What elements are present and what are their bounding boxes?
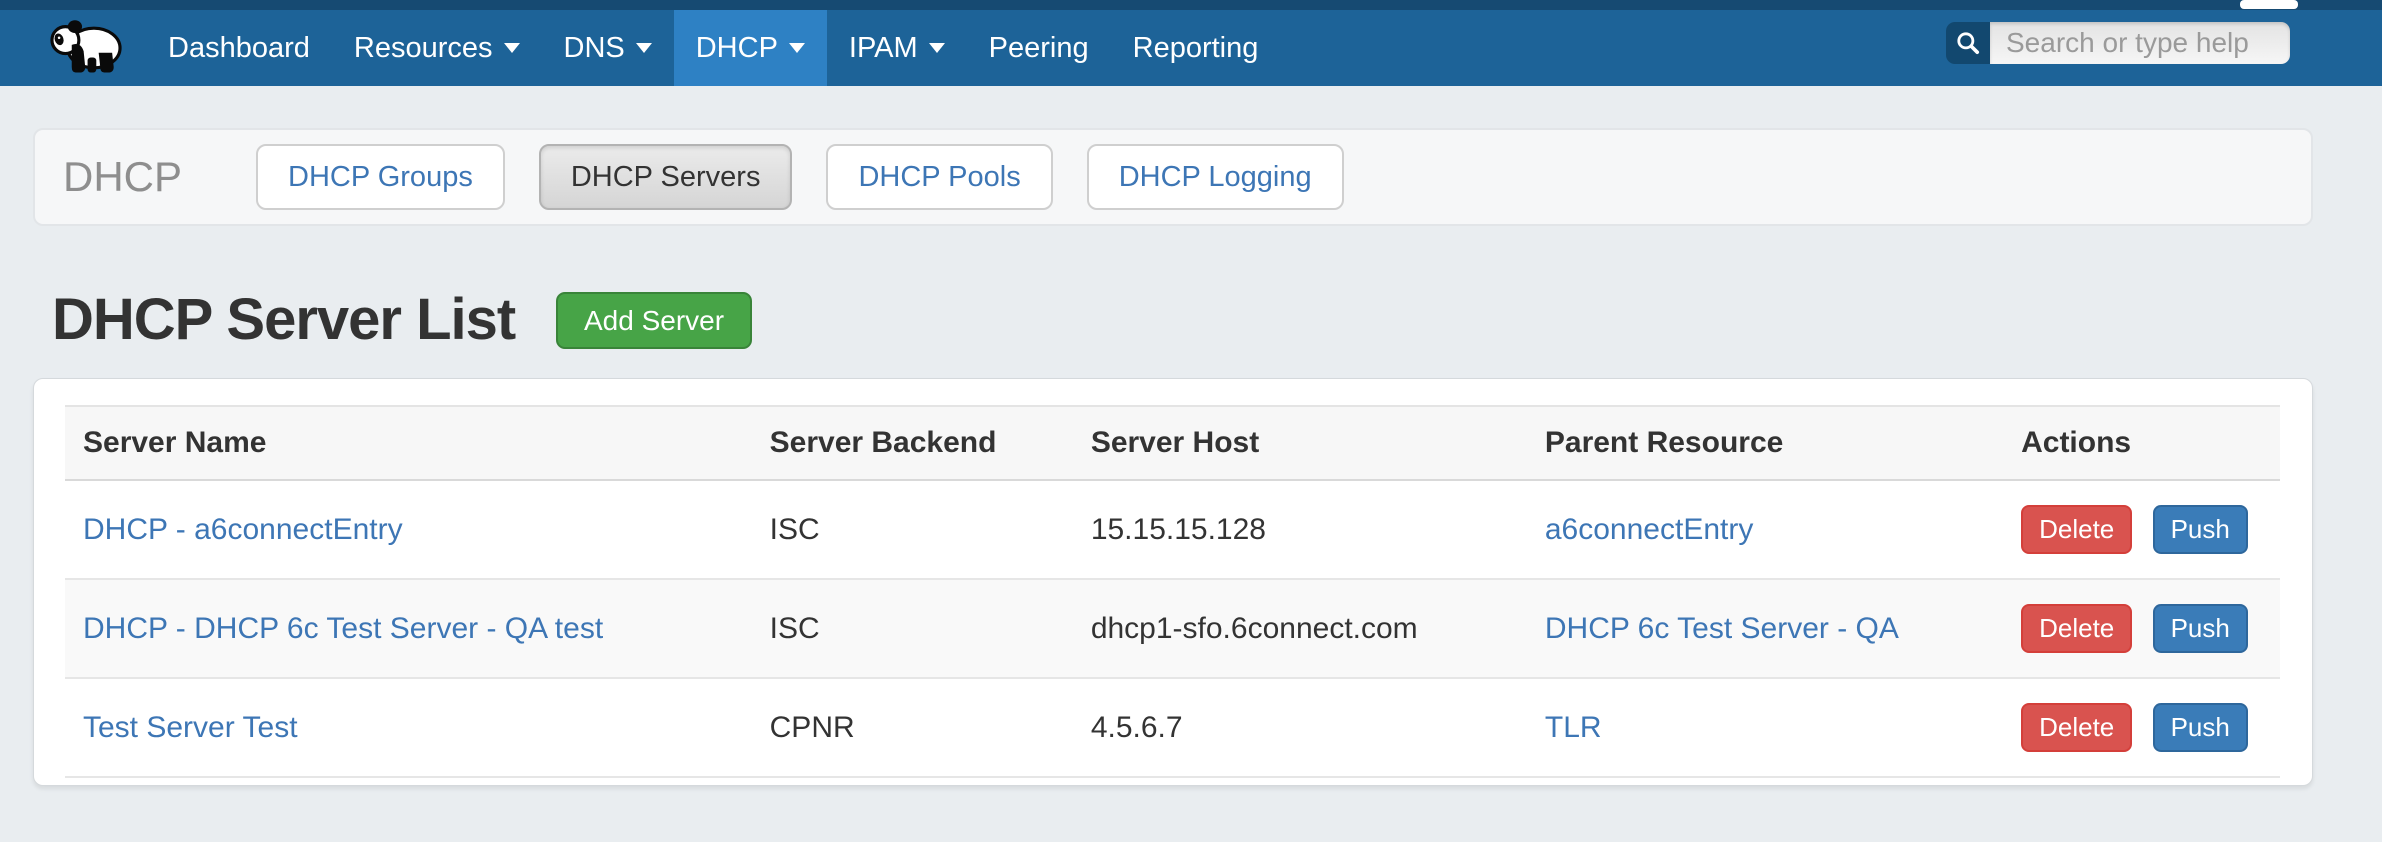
parent-resource-link[interactable]: a6connectEntry [1545,513,1753,546]
caret-down-icon [636,43,652,53]
parent-resource-link[interactable]: DHCP 6c Test Server - QA [1545,612,1899,645]
server-backend-value: CPNR [752,678,1073,777]
nav-item-label: DHCP [696,32,778,65]
table-row: Test Server Test CPNR 4.5.6.7 TLR Delete… [65,678,2280,777]
server-host-value: 4.5.6.7 [1073,678,1527,777]
server-host-value: dhcp1-sfo.6connect.com [1073,579,1527,678]
nav-item-resources[interactable]: Resources [332,10,542,86]
nav-item-reporting[interactable]: Reporting [1111,10,1281,86]
nav-item-label: Dashboard [168,32,310,65]
tab-dhcp-logging[interactable]: DHCP Logging [1087,144,1344,210]
nav-item-peering[interactable]: Peering [967,10,1111,86]
dhcp-server-table: Server Name Server Backend Server Host P… [65,405,2280,778]
panda-logo-icon[interactable] [48,13,124,83]
nav-item-ipam[interactable]: IPAM [827,10,967,86]
push-button[interactable]: Push [2153,505,2248,554]
column-header-server-host: Server Host [1073,406,1527,480]
nav-item-label: Peering [989,32,1089,65]
tab-dhcp-servers[interactable]: DHCP Servers [539,144,793,210]
caret-down-icon [504,43,520,53]
nav-item-label: Reporting [1133,32,1259,65]
scrollbar-thumb[interactable] [2240,0,2298,9]
server-name-link[interactable]: Test Server Test [83,711,298,744]
nav-item-label: DNS [564,32,625,65]
page-title: DHCP Server List [52,286,515,353]
nav-item-dhcp[interactable]: DHCP [674,10,827,86]
table-row: DHCP - DHCP 6c Test Server - QA test ISC… [65,579,2280,678]
server-backend-value: ISC [752,579,1073,678]
nav-item-dashboard[interactable]: Dashboard [146,10,332,86]
tab-dhcp-pools[interactable]: DHCP Pools [826,144,1052,210]
server-list-card: Server Name Server Backend Server Host P… [33,378,2313,786]
caret-down-icon [929,43,945,53]
add-server-button[interactable]: Add Server [556,292,752,349]
top-navbar: Dashboard Resources DNS DHCP IPAM Peerin… [0,0,2382,86]
parent-resource-link[interactable]: TLR [1545,711,1602,744]
server-name-link[interactable]: DHCP - a6connectEntry [83,513,403,546]
column-header-server-name: Server Name [65,406,752,480]
server-name-link[interactable]: DHCP - DHCP 6c Test Server - QA test [83,612,603,645]
nav-item-dns[interactable]: DNS [542,10,674,86]
search-input[interactable] [1990,22,2290,64]
column-header-server-backend: Server Backend [752,406,1073,480]
table-row: DHCP - a6connectEntry ISC 15.15.15.128 a… [65,480,2280,579]
delete-button[interactable]: Delete [2021,604,2132,653]
server-host-value: 15.15.15.128 [1073,480,1527,579]
push-button[interactable]: Push [2153,703,2248,752]
nav-item-label: Resources [354,32,493,65]
section-label: DHCP [63,153,182,201]
delete-button[interactable]: Delete [2021,505,2132,554]
dhcp-tabs: DHCP Groups DHCP Servers DHCP Pools DHCP… [256,144,1344,210]
push-button[interactable]: Push [2153,604,2248,653]
nav-item-label: IPAM [849,32,918,65]
server-backend-value: ISC [752,480,1073,579]
main-navigation: Dashboard Resources DNS DHCP IPAM Peerin… [146,10,1280,86]
global-search [1946,22,2290,64]
column-header-actions: Actions [2003,406,2280,480]
column-header-parent-resource: Parent Resource [1527,406,2003,480]
dhcp-subnav-panel: DHCP DHCP Groups DHCP Servers DHCP Pools… [33,128,2313,226]
delete-button[interactable]: Delete [2021,703,2132,752]
table-header-row: Server Name Server Backend Server Host P… [65,406,2280,480]
caret-down-icon [789,43,805,53]
tab-dhcp-groups[interactable]: DHCP Groups [256,144,505,210]
search-icon[interactable] [1946,22,1990,64]
window-top-strip [0,0,2382,10]
